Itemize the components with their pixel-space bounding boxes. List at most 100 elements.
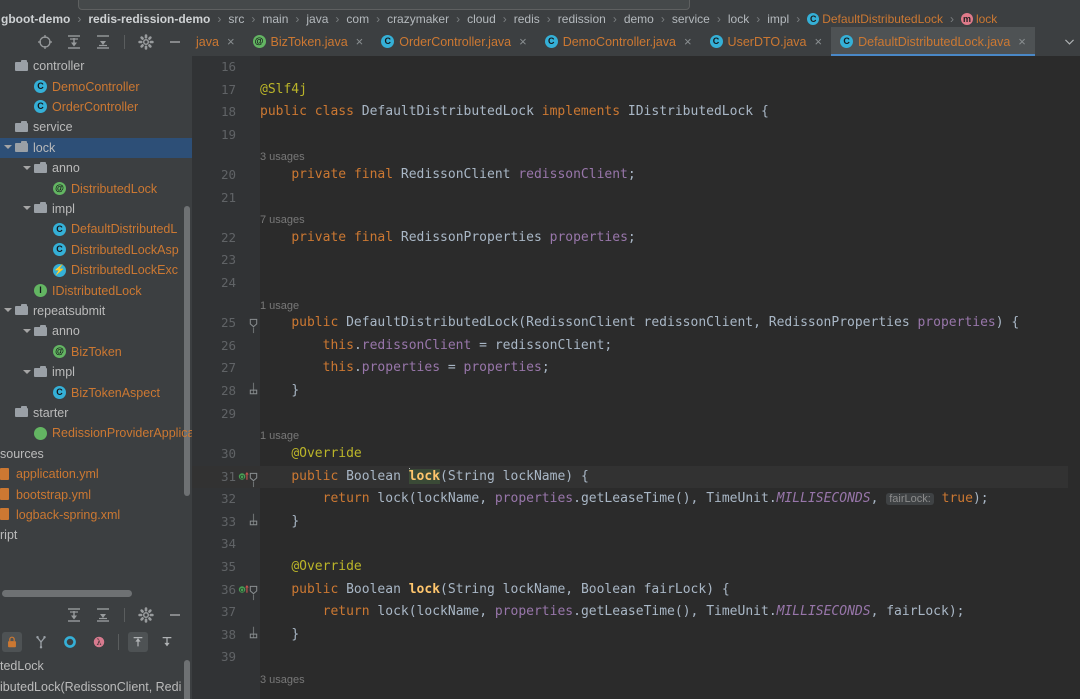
close-icon[interactable]: × bbox=[227, 34, 235, 49]
breadcrumb-item-service[interactable]: service bbox=[671, 12, 711, 26]
code-content[interactable]: 16 17 @Slf4j 18 public class DefaultDistribu… bbox=[192, 56, 1080, 699]
code-line[interactable]: 16 bbox=[192, 56, 1080, 79]
breadcrumb-item-redis[interactable]: redis bbox=[513, 12, 541, 26]
breadcrumb-item-crazymaker[interactable]: crazymaker bbox=[386, 12, 450, 26]
code-line[interactable]: 27 this.properties = properties; bbox=[192, 357, 1080, 380]
tree-item[interactable]: anno bbox=[0, 321, 192, 341]
code-line[interactable]: 37 return lock(lockName, properties.getL… bbox=[192, 601, 1080, 624]
structure-scrollbar[interactable] bbox=[184, 660, 190, 699]
usage-hint[interactable]: 3 usages bbox=[192, 669, 1080, 692]
tree-item[interactable]: I IDistributedLock bbox=[0, 280, 192, 300]
breadcrumb-item-defaultdistributedlock[interactable]: C DefaultDistributedLock bbox=[806, 12, 944, 26]
tree-item[interactable]: RedissionProviderApplica bbox=[0, 423, 192, 443]
show-lambdas-icon[interactable]: λ bbox=[89, 632, 109, 652]
code-line[interactable]: 24 bbox=[192, 272, 1080, 295]
code-line[interactable]: 22 private final RedissonProperties prop… bbox=[192, 227, 1080, 250]
breadcrumb-item-redission[interactable]: redission bbox=[557, 12, 607, 26]
close-icon[interactable]: × bbox=[684, 34, 692, 49]
code-line[interactable]: 31 O public Boolean lock(String lockName)… bbox=[192, 465, 1080, 489]
collapse-all-icon[interactable] bbox=[95, 607, 111, 623]
breadcrumb-item-com[interactable]: com bbox=[345, 12, 370, 26]
structure-item[interactable]: tedLock bbox=[0, 656, 192, 677]
show-non-public-icon[interactable] bbox=[2, 632, 22, 652]
code-line[interactable]: 25 public DefaultDistributedLock(Redisso… bbox=[192, 312, 1080, 335]
tree-item[interactable]: bootstrap.yml bbox=[0, 484, 192, 504]
sort-alphabetically-icon[interactable] bbox=[128, 632, 148, 652]
close-icon[interactable]: × bbox=[356, 34, 364, 49]
project-tree[interactable]: controller C DemoController C OrderControlle… bbox=[0, 56, 192, 586]
search-field-partial[interactable] bbox=[78, 0, 690, 10]
expand-all-icon[interactable] bbox=[66, 34, 82, 50]
settings-gear-icon[interactable] bbox=[138, 33, 154, 50]
tree-horizontal-scrollbar[interactable] bbox=[0, 586, 192, 601]
tree-item[interactable]: anno bbox=[0, 158, 192, 178]
code-line[interactable]: 17 @Slf4j bbox=[192, 79, 1080, 102]
expand-all-icon[interactable] bbox=[66, 607, 82, 623]
hide-panel-icon[interactable] bbox=[167, 34, 183, 50]
tree-item[interactable]: service bbox=[0, 117, 192, 137]
tree-item[interactable]: ⚡ DistributedLockExc bbox=[0, 260, 192, 280]
close-icon[interactable]: × bbox=[1018, 34, 1026, 49]
code-line[interactable]: 19 bbox=[192, 124, 1080, 147]
tree-item[interactable]: ript bbox=[0, 525, 192, 545]
editor-tab-democontroller-java[interactable]: C DemoController.java × bbox=[536, 27, 701, 56]
tree-item[interactable]: starter bbox=[0, 403, 192, 423]
code-line[interactable]: 26 this.redissonClient = redissonClient; bbox=[192, 335, 1080, 358]
hide-panel-icon[interactable] bbox=[167, 607, 183, 623]
tree-item[interactable]: logback-spring.xml bbox=[0, 505, 192, 525]
code-line[interactable]: 39 bbox=[192, 646, 1080, 669]
sort-by-visibility-icon[interactable] bbox=[157, 632, 177, 652]
breadcrumb-item-lock[interactable]: lock bbox=[727, 12, 750, 26]
chevron-down-icon[interactable] bbox=[1058, 27, 1080, 56]
code-line[interactable]: 38 } bbox=[192, 624, 1080, 647]
breadcrumb-item-main[interactable]: main bbox=[261, 12, 289, 26]
breadcrumb-item-impl[interactable]: impl bbox=[766, 12, 790, 26]
code-line[interactable]: 33 } bbox=[192, 511, 1080, 534]
tree-item[interactable]: repeatsubmit bbox=[0, 301, 192, 321]
close-icon[interactable]: × bbox=[519, 34, 527, 49]
breadcrumb-item-src[interactable]: src bbox=[227, 12, 245, 26]
show-fields-icon[interactable] bbox=[60, 632, 80, 652]
tree-item[interactable]: C OrderController bbox=[0, 97, 192, 117]
editor-tab-biztoken-java[interactable]: @ BizToken.java × bbox=[244, 27, 373, 56]
breadcrumb[interactable]: gboot-demo › redis-redission-demo › src › main… bbox=[0, 10, 1080, 27]
code-line[interactable]: 28 } bbox=[192, 380, 1080, 403]
tree-item[interactable]: impl bbox=[0, 362, 192, 382]
settings-gear-icon[interactable] bbox=[138, 606, 154, 623]
chevron-down-icon[interactable] bbox=[2, 305, 13, 316]
show-inherited-icon[interactable] bbox=[31, 632, 51, 652]
code-line[interactable]: 36 O public Boolean lock(String lockName,… bbox=[192, 579, 1080, 602]
code-line[interactable]: 20 private final RedissonClient redisson… bbox=[192, 164, 1080, 187]
tree-item[interactable]: @ DistributedLock bbox=[0, 178, 192, 198]
close-icon[interactable]: × bbox=[815, 34, 823, 49]
editor-tab-ordercontroller-java[interactable]: C OrderController.java × bbox=[372, 27, 535, 56]
locate-target-icon[interactable] bbox=[37, 34, 53, 50]
code-editor[interactable]: 16 17 @Slf4j 18 public class DefaultDistribu… bbox=[192, 56, 1080, 699]
code-line[interactable]: 18 public class DefaultDistributedLock im… bbox=[192, 101, 1080, 124]
code-line[interactable]: 23 bbox=[192, 249, 1080, 272]
code-line[interactable]: 32 return lock(lockName, properties.getL… bbox=[192, 488, 1080, 511]
breadcrumb-item-gboot-demo[interactable]: gboot-demo bbox=[0, 12, 71, 26]
tree-item[interactable]: C BizTokenAspect bbox=[0, 382, 192, 402]
editor-tab-bar[interactable]: java × @ BizToken.java × C OrderController.jav… bbox=[192, 27, 1080, 56]
breadcrumb-item-lock[interactable]: m lock bbox=[960, 12, 998, 26]
breadcrumb-item-redis-redission-demo[interactable]: redis-redission-demo bbox=[87, 12, 211, 26]
tree-item[interactable]: lock bbox=[0, 137, 192, 158]
breadcrumb-item-java[interactable]: java bbox=[305, 12, 329, 26]
chevron-down-icon[interactable] bbox=[2, 142, 13, 153]
collapse-all-icon[interactable] bbox=[95, 34, 111, 50]
chevron-down-icon[interactable] bbox=[21, 367, 32, 378]
scroll-thumb[interactable] bbox=[2, 590, 132, 597]
editor-tab-java[interactable]: java × bbox=[192, 27, 244, 56]
tree-item[interactable]: application.yml bbox=[0, 464, 192, 484]
breadcrumb-item-demo[interactable]: demo bbox=[623, 12, 655, 26]
tree-item[interactable]: sources bbox=[0, 444, 192, 464]
editor-tab-defaultdistributedlock-java[interactable]: C DefaultDistributedLock.java × bbox=[831, 27, 1035, 56]
breadcrumb-item-cloud[interactable]: cloud bbox=[466, 12, 497, 26]
code-line[interactable]: 34 bbox=[192, 533, 1080, 556]
chevron-down-icon[interactable] bbox=[21, 203, 32, 214]
tree-item[interactable]: @ BizToken bbox=[0, 342, 192, 362]
code-line[interactable]: 30 @Override bbox=[192, 443, 1080, 466]
tree-item[interactable]: controller bbox=[0, 56, 192, 76]
editor-tab-userdto-java[interactable]: C UserDTO.java × bbox=[701, 27, 832, 56]
